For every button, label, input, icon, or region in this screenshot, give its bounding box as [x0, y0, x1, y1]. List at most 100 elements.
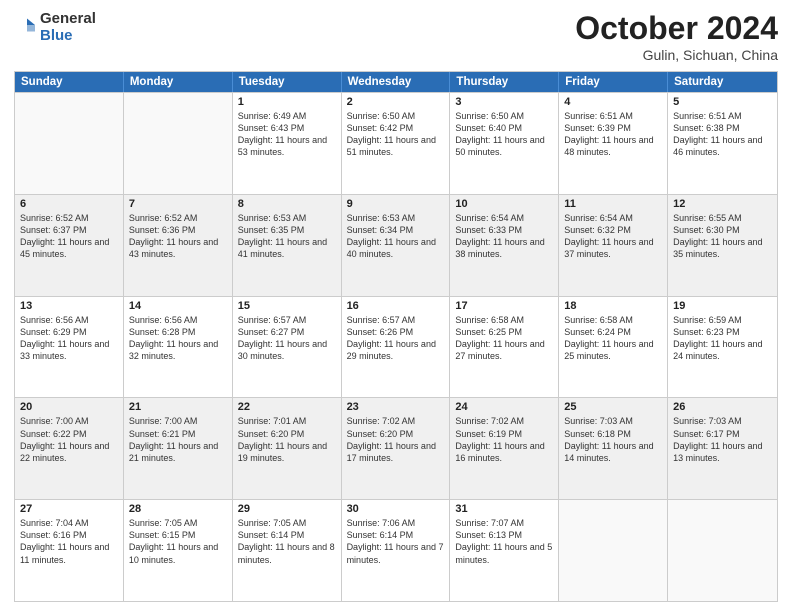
cell-day-0-5: 4	[564, 96, 662, 108]
cell-day-0-3: 2	[347, 96, 445, 108]
cal-cell-4-1: 28 Sunrise: 7:05 AM Sunset: 6:15 PM Dayli…	[124, 500, 233, 601]
cal-cell-4-5	[559, 500, 668, 601]
cell-info-2-6: Sunrise: 6:59 AM Sunset: 6:23 PM Dayligh…	[673, 314, 772, 363]
cell-info-3-0: Sunrise: 7:00 AM Sunset: 6:22 PM Dayligh…	[20, 415, 118, 464]
cell-info-2-4: Sunrise: 6:58 AM Sunset: 6:25 PM Dayligh…	[455, 314, 553, 363]
cell-info-3-5: Sunrise: 7:03 AM Sunset: 6:18 PM Dayligh…	[564, 415, 662, 464]
cell-info-3-2: Sunrise: 7:01 AM Sunset: 6:20 PM Dayligh…	[238, 415, 336, 464]
cal-cell-3-1: 21 Sunrise: 7:00 AM Sunset: 6:21 PM Dayli…	[124, 398, 233, 499]
cell-day-1-1: 7	[129, 198, 227, 210]
cal-cell-1-4: 10 Sunrise: 6:54 AM Sunset: 6:33 PM Dayli…	[450, 195, 559, 296]
cell-day-3-2: 22	[238, 401, 336, 413]
cell-info-4-3: Sunrise: 7:06 AM Sunset: 6:14 PM Dayligh…	[347, 517, 445, 566]
cal-row-4: 27Sunrise: 7:04 AM Sunset: 6:16 PM Dayli…	[15, 499, 777, 601]
cal-cell-3-2: 22 Sunrise: 7:01 AM Sunset: 6:20 PM Dayli…	[233, 398, 342, 499]
cell-info-2-3: Sunrise: 6:57 AM Sunset: 6:26 PM Dayligh…	[347, 314, 445, 363]
page: General Blue October 2024 Gulin, Sichuan…	[0, 0, 792, 612]
cell-day-3-6: 26	[673, 401, 772, 413]
cell-day-2-3: 16	[347, 300, 445, 312]
cal-cell-1-5: 11 Sunrise: 6:54 AM Sunset: 6:32 PM Dayli…	[559, 195, 668, 296]
cell-day-1-0: 6	[20, 198, 118, 210]
cal-cell-4-6	[668, 500, 777, 601]
cell-info-3-4: Sunrise: 7:02 AM Sunset: 6:19 PM Dayligh…	[455, 415, 553, 464]
logo: General Blue	[14, 10, 96, 45]
cal-cell-2-0: 13 Sunrise: 6:56 AM Sunset: 6:29 PM Dayli…	[15, 297, 124, 398]
header-wednesday: Wednesday	[342, 72, 451, 92]
cal-cell-1-0: 6 Sunrise: 6:52 AM Sunset: 6:37 PM Daylig…	[15, 195, 124, 296]
cell-info-1-4: Sunrise: 6:54 AM Sunset: 6:33 PM Dayligh…	[455, 212, 553, 261]
cell-day-2-5: 18	[564, 300, 662, 312]
cell-day-1-4: 10	[455, 198, 553, 210]
cal-row-3: 20 Sunrise: 7:00 AM Sunset: 6:22 PM Dayli…	[15, 397, 777, 499]
cal-cell-1-1: 7 Sunrise: 6:52 AM Sunset: 6:36 PM Daylig…	[124, 195, 233, 296]
cell-info-2-5: Sunrise: 6:58 AM Sunset: 6:24 PM Dayligh…	[564, 314, 662, 363]
cell-day-2-6: 19	[673, 300, 772, 312]
cal-cell-3-3: 23 Sunrise: 7:02 AM Sunset: 6:20 PM Dayli…	[342, 398, 451, 499]
cal-cell-2-4: 17 Sunrise: 6:58 AM Sunset: 6:25 PM Dayli…	[450, 297, 559, 398]
logo-blue: Blue	[40, 27, 73, 44]
header-sunday: Sunday	[15, 72, 124, 92]
calendar-body: 1 Sunrise: 6:49 AM Sunset: 6:43 PM Daylig…	[15, 92, 777, 601]
cal-cell-1-6: 12Sunrise: 6:55 AM Sunset: 6:30 PM Dayli…	[668, 195, 777, 296]
calendar: Sunday Monday Tuesday Wednesday Thursday…	[14, 71, 778, 602]
cell-day-0-2: 1	[238, 96, 336, 108]
cell-info-1-0: Sunrise: 6:52 AM Sunset: 6:37 PM Dayligh…	[20, 212, 118, 261]
cell-day-1-3: 9	[347, 198, 445, 210]
header-friday: Friday	[559, 72, 668, 92]
cal-cell-2-3: 16 Sunrise: 6:57 AM Sunset: 6:26 PM Dayli…	[342, 297, 451, 398]
cal-cell-0-5: 4 Sunrise: 6:51 AM Sunset: 6:39 PM Daylig…	[559, 93, 668, 194]
cell-day-2-1: 14	[129, 300, 227, 312]
cell-info-0-4: Sunrise: 6:50 AM Sunset: 6:40 PM Dayligh…	[455, 110, 553, 159]
cell-info-1-5: Sunrise: 6:54 AM Sunset: 6:32 PM Dayligh…	[564, 212, 662, 261]
cal-cell-0-2: 1 Sunrise: 6:49 AM Sunset: 6:43 PM Daylig…	[233, 93, 342, 194]
cell-info-2-1: Sunrise: 6:56 AM Sunset: 6:28 PM Dayligh…	[129, 314, 227, 363]
title-block: October 2024 Gulin, Sichuan, China	[575, 10, 778, 63]
header: General Blue October 2024 Gulin, Sichuan…	[14, 10, 778, 63]
cell-info-1-1: Sunrise: 6:52 AM Sunset: 6:36 PM Dayligh…	[129, 212, 227, 261]
cal-cell-1-2: 8Sunrise: 6:53 AM Sunset: 6:35 PM Daylig…	[233, 195, 342, 296]
cal-row-2: 13 Sunrise: 6:56 AM Sunset: 6:29 PM Dayli…	[15, 296, 777, 398]
cell-info-0-5: Sunrise: 6:51 AM Sunset: 6:39 PM Dayligh…	[564, 110, 662, 159]
cell-day-3-0: 20	[20, 401, 118, 413]
cal-cell-3-6: 26Sunrise: 7:03 AM Sunset: 6:17 PM Dayli…	[668, 398, 777, 499]
cell-info-4-4: Sunrise: 7:07 AM Sunset: 6:13 PM Dayligh…	[455, 517, 553, 566]
cell-day-1-6: 12	[673, 198, 772, 210]
cell-day-2-2: 15	[238, 300, 336, 312]
header-tuesday: Tuesday	[233, 72, 342, 92]
cell-info-4-1: Sunrise: 7:05 AM Sunset: 6:15 PM Dayligh…	[129, 517, 227, 566]
title-month: October 2024	[575, 10, 778, 47]
cal-cell-2-2: 15 Sunrise: 6:57 AM Sunset: 6:27 PM Dayli…	[233, 297, 342, 398]
cell-info-3-1: Sunrise: 7:00 AM Sunset: 6:21 PM Dayligh…	[129, 415, 227, 464]
cal-cell-1-3: 9Sunrise: 6:53 AM Sunset: 6:34 PM Daylig…	[342, 195, 451, 296]
cal-cell-4-3: 30 Sunrise: 7:06 AM Sunset: 6:14 PM Dayli…	[342, 500, 451, 601]
cell-info-4-0: Sunrise: 7:04 AM Sunset: 6:16 PM Dayligh…	[20, 517, 118, 566]
cal-cell-0-4: 3 Sunrise: 6:50 AM Sunset: 6:40 PM Daylig…	[450, 93, 559, 194]
cell-info-0-2: Sunrise: 6:49 AM Sunset: 6:43 PM Dayligh…	[238, 110, 336, 159]
cell-info-2-0: Sunrise: 6:56 AM Sunset: 6:29 PM Dayligh…	[20, 314, 118, 363]
cell-day-2-4: 17	[455, 300, 553, 312]
cell-day-1-5: 11	[564, 198, 662, 210]
cal-cell-4-4: 31Sunrise: 7:07 AM Sunset: 6:13 PM Dayli…	[450, 500, 559, 601]
cell-day-4-1: 28	[129, 503, 227, 515]
cell-day-2-0: 13	[20, 300, 118, 312]
cell-day-4-2: 29	[238, 503, 336, 515]
cal-cell-2-1: 14 Sunrise: 6:56 AM Sunset: 6:28 PM Dayli…	[124, 297, 233, 398]
cal-cell-4-0: 27Sunrise: 7:04 AM Sunset: 6:16 PM Dayli…	[15, 500, 124, 601]
logo-general: General	[40, 10, 96, 27]
header-thursday: Thursday	[450, 72, 559, 92]
cal-cell-3-4: 24Sunrise: 7:02 AM Sunset: 6:19 PM Dayli…	[450, 398, 559, 499]
cal-cell-4-2: 29Sunrise: 7:05 AM Sunset: 6:14 PM Dayli…	[233, 500, 342, 601]
cell-info-3-3: Sunrise: 7:02 AM Sunset: 6:20 PM Dayligh…	[347, 415, 445, 464]
cell-info-2-2: Sunrise: 6:57 AM Sunset: 6:27 PM Dayligh…	[238, 314, 336, 363]
cell-day-4-3: 30	[347, 503, 445, 515]
cell-day-3-3: 23	[347, 401, 445, 413]
header-monday: Monday	[124, 72, 233, 92]
cal-cell-2-6: 19 Sunrise: 6:59 AM Sunset: 6:23 PM Dayli…	[668, 297, 777, 398]
cell-day-0-4: 3	[455, 96, 553, 108]
cal-cell-3-0: 20 Sunrise: 7:00 AM Sunset: 6:22 PM Dayli…	[15, 398, 124, 499]
cell-day-0-6: 5	[673, 96, 772, 108]
cell-info-0-6: Sunrise: 6:51 AM Sunset: 6:38 PM Dayligh…	[673, 110, 772, 159]
title-location: Gulin, Sichuan, China	[575, 47, 778, 63]
cell-day-3-1: 21	[129, 401, 227, 413]
cal-cell-3-5: 25Sunrise: 7:03 AM Sunset: 6:18 PM Dayli…	[559, 398, 668, 499]
